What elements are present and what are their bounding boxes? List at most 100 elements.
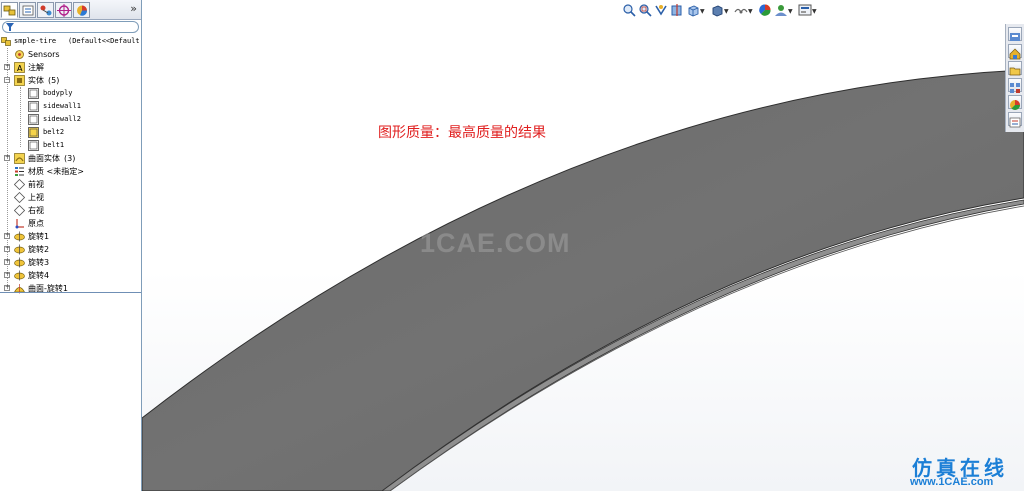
design-library-tab[interactable]: [1008, 44, 1022, 60]
feature-tree-icon: [3, 5, 16, 16]
configuration-icon: [40, 5, 52, 16]
tree-item-label: 原点: [28, 219, 44, 228]
file-explorer-icon: [1009, 67, 1021, 76]
solid-body-selected-icon: [28, 127, 39, 138]
part-icon: [1, 37, 11, 46]
solid-bodies-icon: [14, 75, 25, 86]
tree-item-label: 曲面实体: [28, 154, 60, 163]
view-orientation-icon[interactable]: [686, 3, 700, 17]
dimxpert-icon: [57, 4, 71, 17]
expand-toggle[interactable]: +: [4, 259, 10, 265]
tree-item-label: Sensors: [28, 50, 60, 59]
zoom-to-fit-icon[interactable]: [622, 3, 636, 17]
tree-item-label: sidewall1: [43, 102, 81, 110]
part-name: smple-tire: [14, 37, 57, 45]
feature-manager-panel: » smple-tire (Default<<Default Sensors +…: [0, 0, 142, 491]
tree-item-label: 右视: [28, 206, 44, 215]
tree-item-label: 前视: [28, 180, 44, 189]
appearances-icon: [1010, 100, 1020, 110]
chevron-down-icon[interactable]: ▼: [812, 8, 817, 15]
hide-show-icon[interactable]: [734, 3, 748, 17]
tree-guide-line-bodies: [20, 87, 21, 147]
tree-item-label: 材质 <未指定>: [28, 167, 84, 176]
tree-root-part[interactable]: smple-tire (Default<<Default: [1, 35, 141, 48]
resources-icon: [1010, 33, 1020, 41]
appearances-tab[interactable]: [1008, 95, 1022, 110]
chevron-down-icon[interactable]: ▼: [700, 8, 705, 15]
property-manager-tab[interactable]: [19, 2, 36, 18]
display-style-icon[interactable]: [710, 3, 724, 17]
tree-filter-input[interactable]: [2, 21, 139, 33]
tire-belt-model[interactable]: [142, 0, 1024, 491]
revolve-icon: [14, 270, 25, 281]
watermark-text: 1CAE.COM: [420, 228, 571, 258]
resources-tab[interactable]: [1008, 27, 1022, 41]
panel-splitter-line: [0, 292, 141, 293]
display-manager-icon: [77, 5, 88, 16]
solid-body-icon: [28, 101, 39, 112]
solid-body-icon: [28, 88, 39, 99]
expand-toggle[interactable]: +: [4, 272, 10, 278]
expand-toggle[interactable]: +: [4, 285, 10, 291]
zoom-area-icon[interactable]: [638, 3, 652, 17]
tree-item-label: 曲面-旋转1: [28, 284, 68, 293]
origin-icon: [15, 219, 24, 229]
view-palette-tab[interactable]: [1008, 78, 1022, 93]
annotations-icon: A: [14, 62, 25, 73]
sensors-icon: [15, 50, 24, 59]
expand-toggle[interactable]: +: [4, 155, 10, 161]
tree-item-count: (3): [64, 154, 76, 163]
panel-collapse-button[interactable]: »: [130, 3, 137, 15]
revolve-icon: [14, 257, 25, 268]
surface-bodies-icon: [14, 153, 25, 164]
dimxpert-tab[interactable]: [55, 2, 72, 18]
revolve-icon: [14, 231, 25, 242]
brand-url-text: www.1CAE.com: [910, 476, 994, 488]
display-manager-tab[interactable]: [73, 2, 90, 18]
view-settings-icon[interactable]: [798, 3, 812, 17]
svg-text:A: A: [17, 64, 23, 73]
expand-toggle[interactable]: +: [4, 64, 10, 70]
tree-item-label: belt2: [43, 128, 65, 136]
chevron-down-icon[interactable]: ▼: [724, 8, 729, 15]
property-manager-icon: [22, 5, 34, 16]
collapse-toggle[interactable]: −: [4, 77, 10, 83]
material-icon: [15, 167, 24, 176]
tree-item-count: (5): [48, 76, 60, 85]
custom-properties-icon: [1009, 117, 1021, 128]
filter-funnel-icon: [6, 23, 14, 31]
feature-manager-tab[interactable]: [1, 2, 18, 18]
design-library-icon: [1009, 48, 1021, 60]
chevron-down-icon[interactable]: ▼: [788, 8, 793, 15]
belt-surface[interactable]: [142, 69, 1024, 491]
expand-toggle[interactable]: +: [4, 233, 10, 239]
panel-tab-bar: »: [0, 0, 141, 20]
section-view-icon[interactable]: [670, 3, 684, 17]
tree-item-label: 旋转3: [28, 258, 50, 267]
file-explorer-tab[interactable]: [1008, 61, 1022, 76]
plane-icon: [14, 179, 25, 190]
revolve-icon: [14, 244, 25, 255]
tree-item-label: sidewall2: [43, 115, 81, 123]
plane-icon: [14, 205, 25, 216]
custom-properties-tab[interactable]: [1008, 112, 1022, 128]
apply-scene-icon[interactable]: [774, 3, 788, 17]
tree-item-label: 注解: [28, 63, 44, 72]
tree-item-label: bodyply: [43, 89, 73, 97]
tree-item-label: 实体: [28, 76, 44, 85]
tree-item-label: belt1: [43, 141, 65, 149]
solid-body-icon: [28, 114, 39, 125]
tree-item-label: 旋转4: [28, 271, 50, 280]
previous-view-icon[interactable]: [654, 3, 668, 17]
edit-appearance-icon[interactable]: [758, 3, 772, 17]
expand-toggle[interactable]: +: [4, 246, 10, 252]
graphics-area[interactable]: ▼ ▼ ▼ ▼ ▼ 图形质量：最高质量的结果 1CAE.COM 仿真在线 www…: [142, 0, 1024, 491]
tree-item-label: 上视: [28, 193, 44, 202]
view-palette-icon: [1010, 83, 1020, 93]
task-pane-tabs: [1005, 24, 1024, 132]
tree-item-label: 旋转2: [28, 245, 50, 254]
chevron-down-icon[interactable]: ▼: [748, 8, 753, 15]
graphics-quality-annotation: 图形质量：最高质量的结果: [378, 125, 546, 141]
configuration-manager-tab[interactable]: [37, 2, 54, 18]
solid-body-icon: [28, 140, 39, 151]
